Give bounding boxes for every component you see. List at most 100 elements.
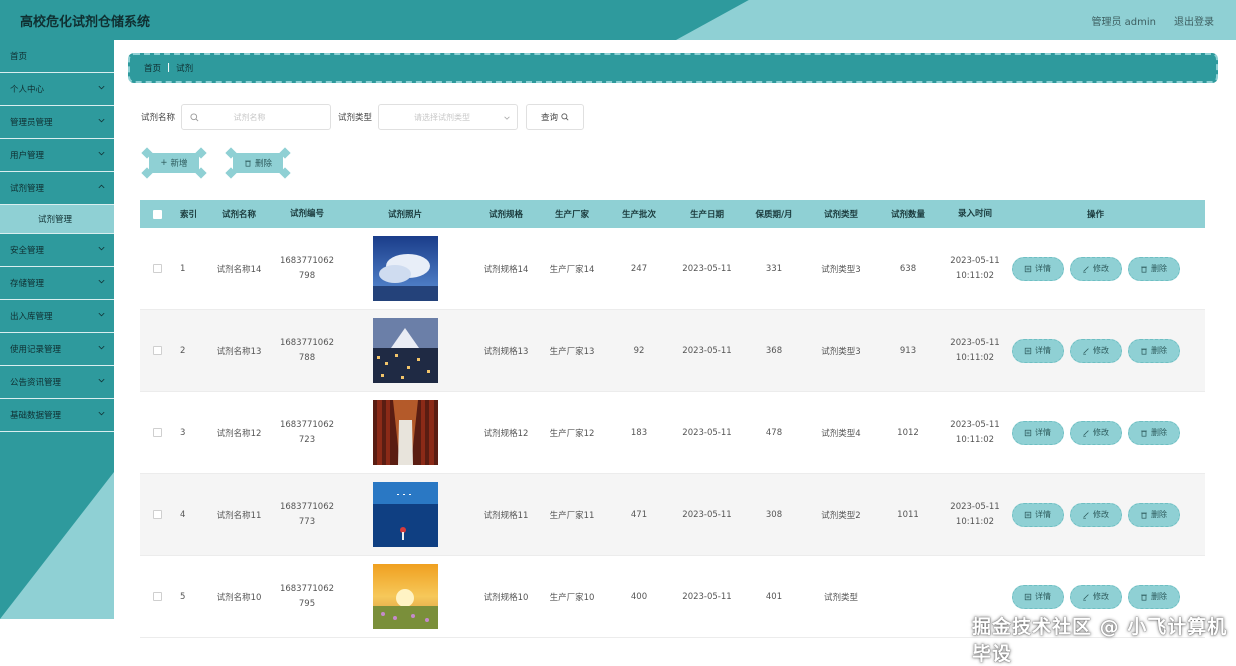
time-line: 2023-05-11 [950,337,1000,348]
time-line: 2023-05-11 [950,419,1000,430]
edit-button[interactable]: 修改 [1069,584,1122,609]
cell-maker: 生产厂家14 [549,264,595,275]
cell-index: 5 [180,591,186,602]
chevron-down-icon [98,345,105,350]
time-line: 10:11:02 [955,516,995,527]
sidebar-item-label: 安全管理 [10,246,45,256]
cell-shelf: 331 [765,263,783,274]
detail-label: 详情 [1035,428,1051,437]
sidebar-item-label: 用户管理 [10,151,45,161]
op-label-wrap: 详情 [1024,591,1051,602]
delete-button[interactable]: 删除 [225,147,291,179]
detail-button[interactable]: 详情 [1011,420,1064,445]
cell-ops: 详情 修改 删除 [1006,420,1185,445]
logout-link[interactable]: 退出登录 [1174,13,1214,28]
row-checkbox[interactable] [152,264,162,273]
delete-button[interactable]: 删除 [1127,584,1180,609]
code-line: 788 [298,352,316,363]
query-button[interactable]: 查询 [526,104,585,130]
edit-button[interactable]: 修改 [1069,420,1122,445]
name-search-input[interactable]: 试剂名称 [181,104,332,130]
op-label-wrap: 详情 [1024,509,1051,520]
top-header: 高校危化试剂仓储系统 管理员 admin 退出登录 [0,0,1236,40]
th-time: 录入时间 [957,208,992,219]
th-shelf: 保质期/月 [755,210,793,220]
chevron-down-icon [98,279,105,284]
cell-type: 试剂类型 [823,592,858,603]
edit-label: 修改 [1093,428,1109,437]
time-line: 10:11:02 [955,434,995,445]
edit-label: 修改 [1093,592,1109,601]
delete-button[interactable]: 删除 [1127,502,1180,527]
trash-icon [1141,266,1147,273]
sidebar-item[interactable]: 公告资讯管理 [0,366,114,399]
delete-button[interactable]: 删除 [1127,256,1180,281]
cell-name: 试剂名称13 [216,346,262,357]
type-select[interactable]: 请选择试剂类型 [378,104,519,130]
select-all-cell [140,209,174,219]
sidebar-item[interactable]: 管理员管理 [0,106,114,139]
delete-button[interactable]: 删除 [1127,338,1180,363]
op-label-wrap: 修改 [1082,591,1109,602]
cell-date: 2023-05-11 [682,345,732,356]
sidebar-item[interactable]: 试剂管理 [0,172,114,205]
row-select-cell [140,428,174,437]
reagent-photo [372,564,438,629]
table-row: 3 试剂名称12 1683771062 723 试剂规格12 生产厂家12 183 2023-… [140,392,1205,474]
sidebar-item[interactable]: 存储管理 [0,267,114,300]
row-checkbox[interactable] [152,510,162,519]
search-icon [190,112,199,121]
cell-qty: 1012 [897,427,919,438]
sidebar-item[interactable]: 出入库管理 [0,300,114,333]
edit-button[interactable]: 修改 [1069,502,1122,527]
sidebar-item[interactable]: 首页 [0,40,114,73]
action-bar: + 新增 删除 [141,147,291,179]
detail-button[interactable]: 详情 [1011,256,1064,281]
row-checkbox[interactable] [152,428,162,437]
detail-label: 详情 [1035,510,1051,519]
cell-date: 2023-05-11 [682,427,732,438]
sidebar-item[interactable]: 用户管理 [0,139,114,172]
op-label-wrap: 删除 [1140,345,1167,356]
sidebar-item[interactable]: 安全管理 [0,234,114,267]
sidebar-item[interactable]: 使用记录管理 [0,333,114,366]
time-line: 10:11:02 [955,352,995,363]
code-line: 795 [298,598,316,609]
detail-icon [1024,347,1032,354]
cell-batch: 183 [630,427,648,438]
th-spec: 试剂规格 [488,210,523,220]
chevron-down-icon [504,116,510,120]
row-select-cell [140,592,174,601]
cell-spec: 试剂规格12 [483,428,529,439]
sidebar-subitem-reagent[interactable]: 试剂管理 [0,205,114,234]
row-checkbox[interactable] [152,346,162,355]
op-label-wrap: 详情 [1024,263,1051,274]
delete-label: 删除 [1151,264,1167,273]
cell-batch: 400 [630,591,648,602]
cell-code: 1683771062 723 [274,418,340,448]
sidebar-item-label: 使用记录管理 [10,345,62,355]
edit-button[interactable]: 修改 [1069,256,1122,281]
edit-icon [1083,593,1089,601]
add-button[interactable]: + 新增 [141,147,207,179]
detail-button[interactable]: 详情 [1011,502,1064,527]
delete-label: 删除 [1151,346,1167,355]
detail-button[interactable]: 详情 [1011,338,1064,363]
delete-label: 删除 [254,159,272,169]
delete-button[interactable]: 删除 [1127,420,1180,445]
edit-button[interactable]: 修改 [1069,338,1122,363]
cell-code: 1683771062 795 [274,582,340,612]
cell-code: 1683771062 798 [274,254,340,284]
sidebar-item[interactable]: 基础数据管理 [0,399,114,432]
table-body: 1 试剂名称14 1683771062 798 试剂规格14 生产厂家14 247 2023-… [140,228,1205,638]
cell-shelf: 478 [765,427,783,438]
breadcrumb-home[interactable]: 首页 [144,62,161,74]
edit-icon [1083,511,1089,519]
cell-ops: 详情 修改 删除 [1006,584,1185,609]
th-code: 试剂编号 [289,208,324,219]
query-label: 查询 [541,113,559,123]
select-all-checkbox[interactable] [152,209,162,219]
row-checkbox[interactable] [152,592,162,601]
detail-button[interactable]: 详情 [1011,584,1064,609]
sidebar-item[interactable]: 个人中心 [0,73,114,106]
